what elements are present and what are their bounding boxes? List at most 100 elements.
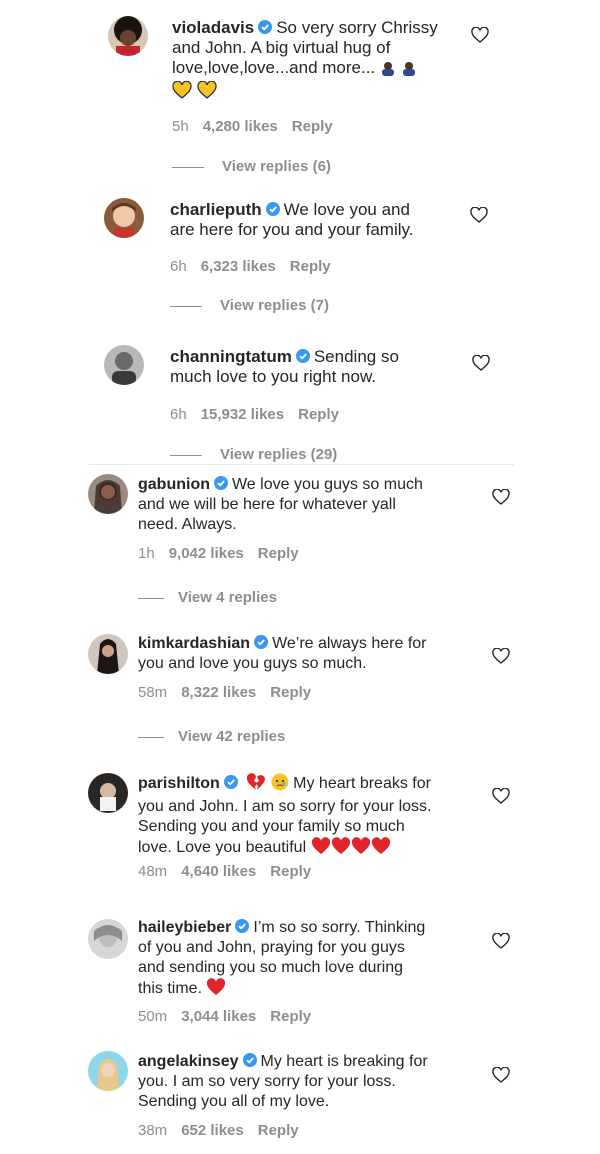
view-replies-label: View replies (7) [220, 297, 329, 314]
comment-text-line: My heart is breaking for [260, 1053, 428, 1070]
username[interactable]: gabunion [138, 476, 210, 493]
comment-text-line: Sending so [313, 347, 399, 366]
reply-button[interactable]: Reply [258, 1122, 299, 1139]
comment-text-line: We’re always here for [272, 635, 427, 652]
like-heart-icon[interactable] [492, 648, 510, 664]
view-replies-button[interactable]: View replies (7) [170, 297, 329, 314]
comment-text-line: this time. [138, 980, 203, 997]
comment-text-line: need. Always. [138, 516, 237, 533]
praying-hands-icon [401, 60, 417, 81]
comment-time: 58m [138, 684, 168, 701]
like-heart-icon[interactable] [492, 489, 510, 505]
username[interactable]: violadavis [172, 18, 254, 37]
reply-button[interactable]: Reply [270, 863, 311, 880]
like-heart-icon[interactable] [492, 933, 510, 949]
comment-text-line: We love you guys so much [231, 476, 423, 493]
username[interactable]: kimkardashian [138, 635, 250, 652]
avatar[interactable] [88, 773, 128, 813]
username[interactable]: parishilton [138, 775, 220, 792]
avatar[interactable] [88, 474, 128, 514]
like-heart-icon[interactable] [492, 1067, 510, 1083]
verified-badge-icon [213, 476, 228, 490]
screenshot-divider [88, 464, 514, 465]
comment-text-line: love. Love you beautiful [138, 839, 307, 856]
reply-button[interactable]: Reply [298, 406, 339, 423]
comment-text-line: We love you and [283, 200, 410, 219]
avatar[interactable] [88, 634, 128, 674]
comment-text-line: you and John. I am so sorry for your los… [138, 798, 432, 815]
comment-text-line: love,love,love...and more... [172, 58, 376, 77]
view-replies-button[interactable]: View replies (29) [170, 446, 337, 463]
verified-badge-icon [258, 20, 273, 34]
likes-count[interactable]: 6,323 likes [201, 258, 276, 275]
comment-text-line: and John. A big virtual hug of [172, 38, 391, 57]
avatar[interactable] [88, 1051, 128, 1091]
comment-time: 1h [138, 545, 155, 562]
likes-count[interactable]: 15,932 likes [201, 406, 284, 423]
verified-badge-icon [242, 1053, 257, 1067]
reply-button[interactable]: Reply [258, 545, 299, 562]
view-replies-label: View 4 replies [178, 589, 277, 606]
divider [138, 736, 164, 738]
comment-text-line: you and love you guys so much. [138, 655, 367, 672]
comment-text-line: So very sorry Chrissy [276, 18, 438, 37]
comment-text-line: and we will be here for whatever yall [138, 496, 396, 513]
comment-text-line: are here for you and your family. [170, 220, 414, 239]
yellow-heart-icon [197, 80, 217, 104]
comment-time: 6h [170, 406, 187, 423]
red-heart-icon [371, 837, 391, 861]
praying-hands-icon [380, 60, 396, 81]
reply-button[interactable]: Reply [290, 258, 331, 275]
view-replies-button[interactable]: View 4 replies [138, 589, 277, 606]
comment-text-line: My heart breaks for [293, 775, 431, 792]
broken-heart-icon [246, 773, 266, 797]
comment-text-line: much love to you right now. [170, 367, 377, 386]
likes-count[interactable]: 4,640 likes [181, 863, 256, 880]
view-replies-button[interactable]: View replies (6) [172, 158, 331, 175]
comment-text-line: you. I am so very sorry for your loss. [138, 1073, 396, 1090]
comment-text-line: I’m so so sorry. Thinking [253, 919, 426, 936]
likes-count[interactable]: 8,322 likes [181, 684, 256, 701]
red-heart-icon [351, 837, 371, 861]
comment-time: 50m [138, 1008, 168, 1025]
like-heart-icon[interactable] [470, 207, 488, 223]
likes-count[interactable]: 4,280 likes [203, 118, 278, 135]
comment-time: 5h [172, 118, 189, 135]
reply-button[interactable]: Reply [270, 684, 311, 701]
comment-text-line: and sending you so much love during [138, 959, 404, 976]
verified-badge-icon [235, 919, 250, 933]
comment-time: 48m [138, 863, 168, 880]
verified-badge-icon [265, 202, 280, 216]
view-replies-label: View replies (6) [222, 158, 331, 175]
view-replies-label: View 42 replies [178, 728, 286, 745]
comment-text-line: Sending you all of my love. [138, 1093, 330, 1110]
likes-count[interactable]: 3,044 likes [181, 1008, 256, 1025]
divider [170, 454, 202, 456]
divider [172, 166, 204, 168]
like-heart-icon[interactable] [472, 355, 490, 371]
username[interactable]: channingtatum [170, 347, 292, 366]
yellow-heart-icon [172, 80, 192, 104]
username[interactable]: angelakinsey [138, 1053, 239, 1070]
avatar[interactable] [104, 198, 144, 238]
username[interactable]: haileybieber [138, 919, 231, 936]
reply-button[interactable]: Reply [292, 118, 333, 135]
view-replies-button[interactable]: View 42 replies [138, 728, 285, 745]
likes-count[interactable]: 652 likes [181, 1122, 244, 1139]
verified-badge-icon [254, 635, 269, 649]
avatar[interactable] [104, 345, 144, 385]
verified-badge-icon [223, 775, 238, 789]
red-heart-icon [311, 837, 331, 861]
avatar[interactable] [88, 919, 128, 959]
comment-time: 38m [138, 1122, 168, 1139]
comment-text-line: Sending you and your family so much [138, 818, 405, 835]
like-heart-icon[interactable] [492, 788, 510, 804]
divider [138, 597, 164, 599]
crying-face-icon [271, 773, 289, 797]
like-heart-icon[interactable] [471, 27, 489, 43]
avatar[interactable] [108, 16, 148, 56]
username[interactable]: charlieputh [170, 200, 262, 219]
divider [170, 305, 202, 307]
reply-button[interactable]: Reply [270, 1008, 311, 1025]
likes-count[interactable]: 9,042 likes [169, 545, 244, 562]
